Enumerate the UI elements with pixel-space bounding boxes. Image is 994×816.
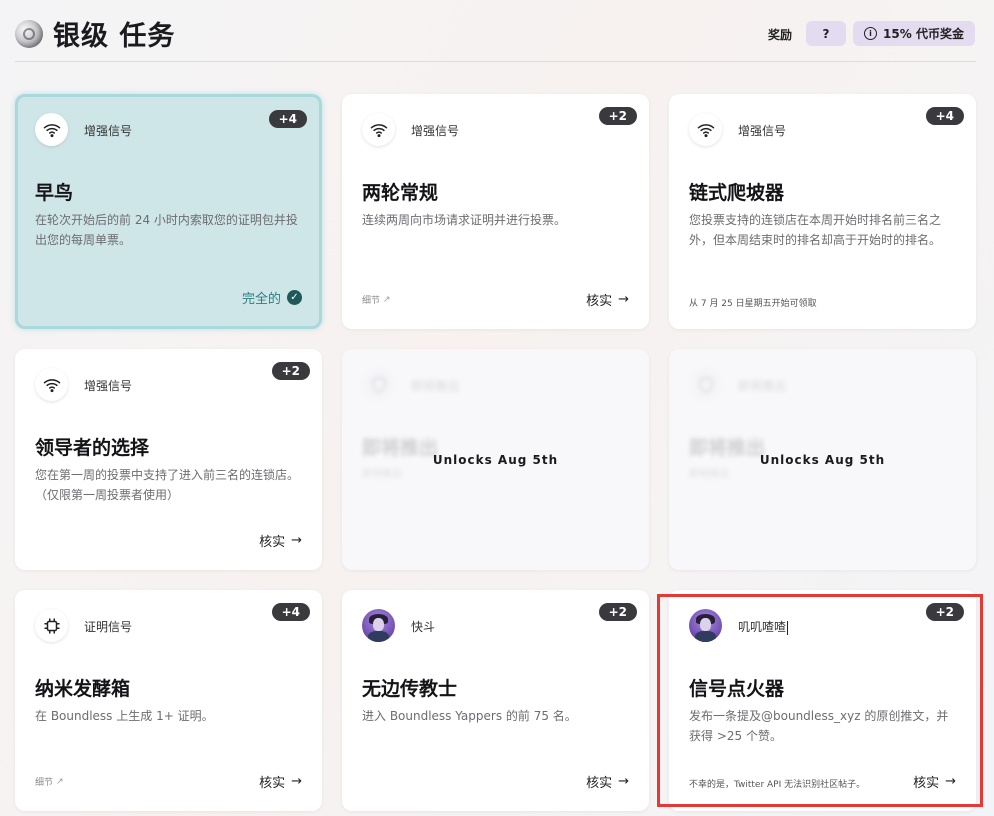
points-badge: +2 bbox=[598, 603, 637, 621]
quest-type-label: 即将推出 bbox=[411, 379, 460, 393]
quest-type-label: 快斗 bbox=[411, 620, 436, 634]
quest-type-label: 即将推出 bbox=[738, 379, 787, 393]
twitter-api-note: 不幸的是，Twitter API 无法识别社区帖子。 bbox=[689, 780, 866, 790]
details-label: 细节 bbox=[35, 778, 54, 788]
arrow-right-icon: → bbox=[291, 774, 302, 789]
quest-description: 您投票支持的连锁店在本周开始时排名前三名之外，但本周结束时的排名却高于开始时的排… bbox=[689, 213, 942, 247]
quest-description: 在轮次开始后的前 24 小时内索取您的证明包并投出您的每周单票。 bbox=[35, 213, 298, 247]
check-icon: ✓ bbox=[287, 290, 302, 305]
arrow-right-icon: → bbox=[291, 533, 302, 548]
quest-title: 领导者的选择 bbox=[35, 437, 150, 459]
points-badge: +2 bbox=[598, 107, 637, 125]
page-header: 银级 任务 奖励 ? i 15% 代币奖金 bbox=[0, 0, 994, 62]
quest-type-label: 增强信号 bbox=[411, 124, 460, 138]
quest-title: 信号点火器 bbox=[689, 678, 785, 700]
quest-type-label: 增强信号 bbox=[84, 124, 133, 138]
quest-description: 在 Boundless 上生成 1+ 证明。 bbox=[35, 709, 214, 723]
quest-type-label: 叽叽喳喳 bbox=[738, 618, 789, 635]
quest-title: 早鸟 bbox=[35, 182, 74, 204]
verify-button[interactable]: 核实 → bbox=[259, 531, 302, 550]
verify-button[interactable]: 核实 → bbox=[913, 772, 956, 791]
quest-description: 您在第一周的投票中支持了进入前三名的连锁店。（仅限第一周投票者使用） bbox=[35, 468, 300, 502]
details-link[interactable]: 细节 ↗ bbox=[362, 293, 391, 307]
verify-label: 核实 bbox=[259, 776, 286, 791]
quest-card-leaders-choice[interactable]: +2 增强信号 领导者的选择 您在第一周的投票中支持了进入前三名的连锁店。（仅限… bbox=[15, 349, 322, 570]
verify-button[interactable]: 核实 → bbox=[586, 772, 629, 791]
page-title: 银级 任务 bbox=[53, 21, 176, 52]
quest-type-text: 叽叽喳喳 bbox=[738, 620, 787, 634]
token-bonus-label: 15% 代币奖金 bbox=[883, 27, 964, 41]
shield-icon bbox=[362, 368, 395, 401]
quest-description: 进入 Boundless Yappers 的前 75 名。 bbox=[362, 709, 577, 723]
verify-button[interactable]: 核实 → bbox=[259, 772, 302, 791]
points-badge: +4 bbox=[268, 110, 307, 128]
header-divider bbox=[15, 61, 976, 62]
external-link-icon: ↗ bbox=[383, 294, 391, 305]
points-badge: +2 bbox=[925, 603, 964, 621]
verify-label: 核实 bbox=[586, 776, 613, 791]
arrow-right-icon: → bbox=[618, 292, 629, 307]
shield-icon bbox=[689, 368, 722, 401]
claim-availability-note: 从 7 月 25 日星期五开始可领取 bbox=[689, 299, 817, 309]
wifi-icon bbox=[362, 113, 395, 146]
unlock-date-label: Unlocks Aug 5th bbox=[759, 453, 886, 467]
text-cursor bbox=[787, 620, 789, 635]
points-badge: +4 bbox=[925, 107, 964, 125]
reward-label: 奖励 bbox=[768, 28, 793, 42]
token-bonus-button[interactable]: i 15% 代币奖金 bbox=[853, 21, 975, 46]
avatar bbox=[689, 609, 722, 642]
quest-card-locked: 即将推出 即将推出 即将推出 Unlocks Aug 5th bbox=[669, 349, 976, 570]
chip-icon bbox=[35, 609, 68, 642]
verify-label: 核实 bbox=[586, 294, 613, 309]
quest-title: 两轮常规 bbox=[362, 182, 439, 204]
quest-description: 即将推出 bbox=[689, 469, 729, 480]
quest-title: 无边传教士 bbox=[362, 678, 458, 700]
arrow-right-icon: → bbox=[618, 774, 629, 789]
quest-type-label: 增强信号 bbox=[84, 379, 133, 393]
wifi-icon bbox=[689, 113, 722, 146]
quest-card-nano-incubator[interactable]: +4 证明信号 纳米发酵箱 在 Boundless 上生成 1+ 证明。 细节 … bbox=[15, 590, 322, 811]
silver-tier-logo bbox=[15, 20, 43, 48]
verify-label: 核实 bbox=[913, 776, 940, 791]
quest-description: 发布一条提及@boundless_xyz 的原创推文，并获得 >25 个赞。 bbox=[689, 709, 949, 743]
verify-button[interactable]: 核实 → bbox=[586, 290, 629, 309]
details-label: 细节 bbox=[362, 296, 381, 306]
quest-card-boundless-missionary[interactable]: +2 快斗 无边传教士 进入 Boundless Yappers 的前 75 名… bbox=[342, 590, 649, 811]
wifi-icon bbox=[35, 368, 68, 401]
unlock-date-label: Unlocks Aug 5th bbox=[432, 453, 559, 467]
completed-label: 完全的 bbox=[241, 292, 281, 307]
external-link-icon: ↗ bbox=[56, 776, 64, 787]
details-link[interactable]: 细节 ↗ bbox=[35, 775, 64, 789]
points-badge: +4 bbox=[271, 603, 310, 621]
quest-title: 链式爬坡器 bbox=[689, 182, 785, 204]
quest-description: 连续两周向市场请求证明并进行投票。 bbox=[362, 213, 567, 227]
quest-card-locked: 即将推出 即将推出 即将推出 Unlocks Aug 5th bbox=[342, 349, 649, 570]
quest-description: 即将推出 bbox=[362, 469, 402, 480]
quest-title: 纳米发酵箱 bbox=[35, 678, 131, 700]
help-button[interactable]: ? bbox=[806, 21, 846, 46]
quest-card-early-bird[interactable]: +4 增强信号 早鸟 在轮次开始后的前 24 小时内索取您的证明包并投出您的每周… bbox=[15, 94, 322, 329]
completed-status: 完全的 ✓ bbox=[242, 288, 302, 307]
quest-card-two-round[interactable]: +2 增强信号 两轮常规 连续两周向市场请求证明并进行投票。 细节 ↗ 核实 → bbox=[342, 94, 649, 329]
verify-label: 核实 bbox=[259, 535, 286, 550]
arrow-right-icon: → bbox=[945, 774, 956, 789]
avatar bbox=[362, 609, 395, 642]
wifi-icon bbox=[35, 113, 68, 146]
points-badge: +2 bbox=[271, 362, 310, 380]
quest-type-label: 证明信号 bbox=[84, 620, 133, 634]
quest-type-label: 增强信号 bbox=[738, 124, 787, 138]
quest-card-signal-igniter[interactable]: +2 叽叽喳喳 信号点火器 发布一条提及@boundless_xyz 的原创推文… bbox=[669, 590, 976, 811]
quest-card-chain-climber[interactable]: +4 增强信号 链式爬坡器 您投票支持的连锁店在本周开始时排名前三名之外，但本周… bbox=[669, 94, 976, 329]
info-icon: i bbox=[864, 27, 878, 40]
